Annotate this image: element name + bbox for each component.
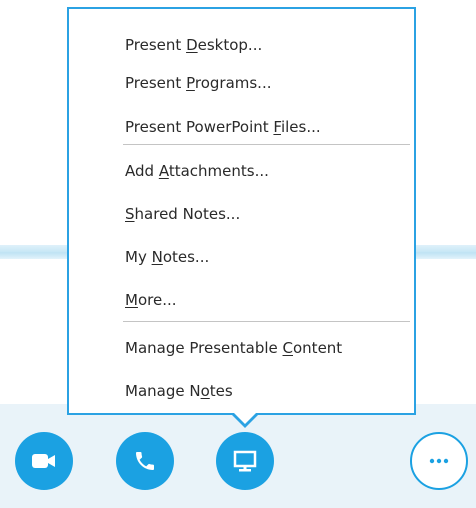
menu-item-my-notes[interactable]: My Notes... [125,243,209,271]
menu-pointer-fill [233,412,257,424]
ellipsis-icon [429,458,449,464]
access-key: P [186,74,195,92]
menu-item-label: rograms... [194,74,272,92]
menu-item-label: Present PowerPoint [125,118,274,136]
access-key: F [273,118,281,136]
access-key: C [282,339,293,357]
menu-item-label: tes [209,382,233,400]
menu-separator [123,321,410,322]
menu-item-manage-notes[interactable]: Manage Notes [125,377,233,405]
menu-item-label: ttachments... [168,162,269,180]
menu-item-label: hared Notes... [134,205,241,223]
access-key: M [125,291,138,309]
menu-item-label: Manage Presentable [125,339,283,357]
access-key: o [200,382,210,400]
video-button[interactable] [15,432,73,490]
menu-item-label: otes... [162,248,210,266]
menu-item-label: iles... [280,118,321,136]
access-key: N [151,248,163,266]
present-button[interactable] [216,432,274,490]
menu-item-label: ore... [137,291,177,309]
more-options-button[interactable] [410,432,468,490]
menu-separator [123,144,410,145]
menu-item-manage-presentable-content[interactable]: Manage Presentable Content [125,334,342,362]
monitor-icon [233,450,257,472]
menu-item-add-attachments[interactable]: Add Attachments... [125,157,269,185]
conversation-window: Present Desktop... Present Programs... P… [0,0,476,508]
access-key: S [125,205,135,223]
menu-item-label: ontent [293,339,343,357]
menu-item-label: Add [125,162,159,180]
menu-item-label: My [125,248,152,266]
access-key: A [158,162,169,180]
video-camera-icon [32,454,55,468]
call-button[interactable] [116,432,174,490]
menu-item-label: Present [125,74,187,92]
menu-item-present-programs[interactable]: Present Programs... [125,69,272,97]
present-menu: Present Desktop... Present Programs... P… [67,7,416,415]
menu-item-present-powerpoint-files[interactable]: Present PowerPoint Files... [125,113,321,141]
menu-item-present-desktop[interactable]: Present Desktop... [125,31,262,59]
menu-item-label: Present [125,36,187,54]
menu-item-label: Manage N [125,382,201,400]
phone-icon [136,452,154,470]
access-key: D [186,36,198,54]
menu-item-shared-notes[interactable]: Shared Notes... [125,200,240,228]
menu-item-label: esktop... [197,36,263,54]
menu-item-more[interactable]: More... [125,286,177,314]
